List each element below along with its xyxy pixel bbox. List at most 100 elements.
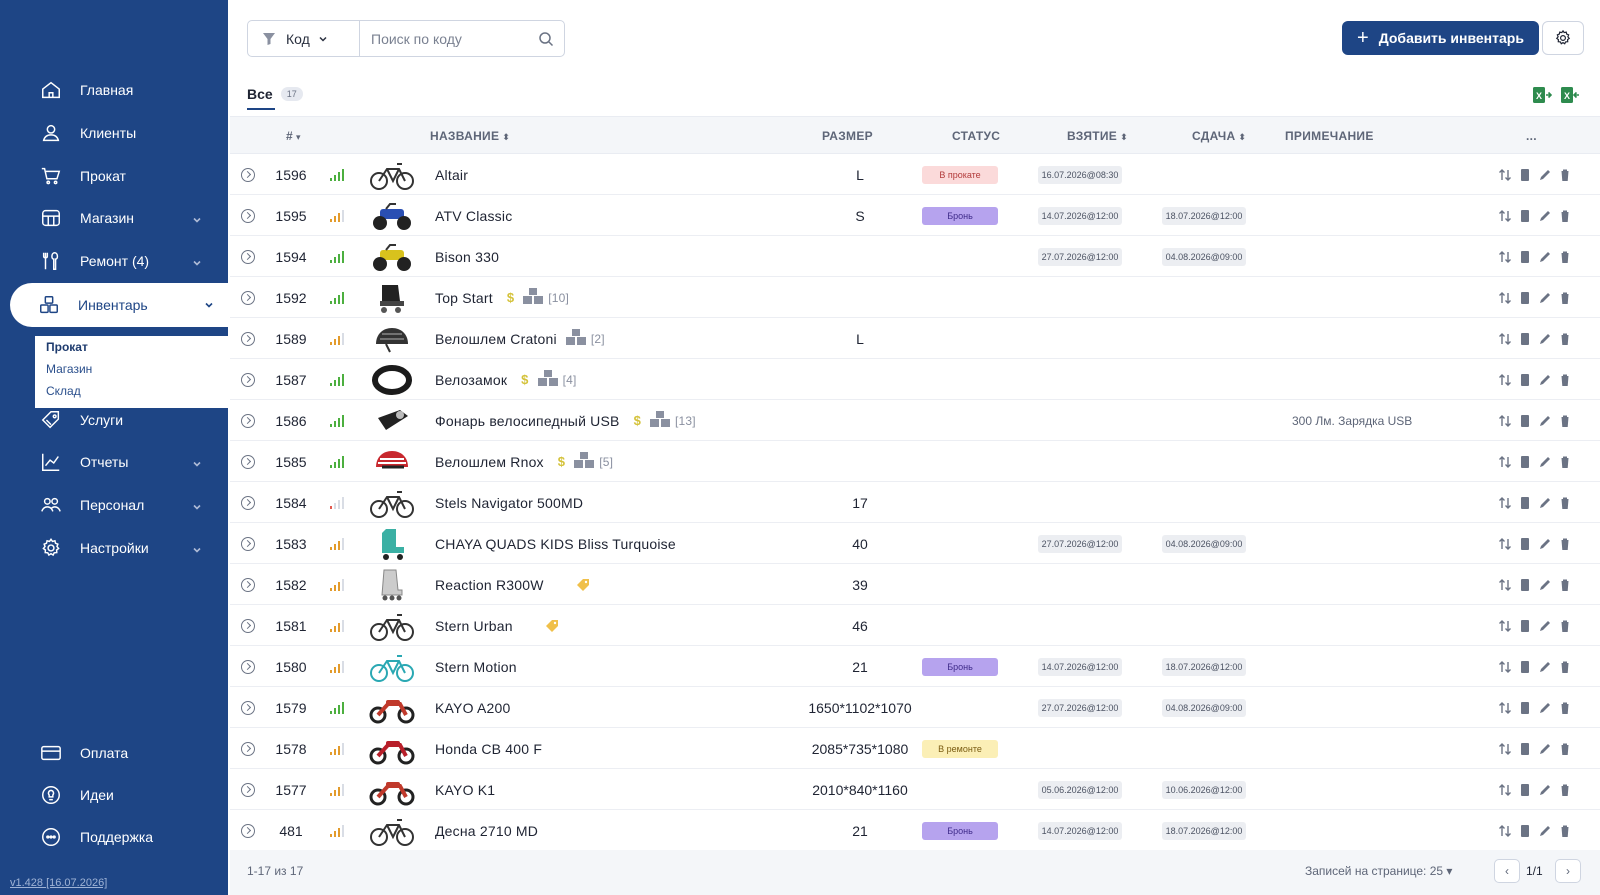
sidebar-item-4[interactable]: Магазин — [12, 198, 216, 238]
expand-row-button[interactable] — [241, 400, 257, 441]
delete-icon[interactable] — [1558, 168, 1572, 182]
expand-row-button[interactable] — [241, 687, 257, 728]
header-id[interactable]: # ▾ — [286, 129, 301, 143]
move-icon[interactable] — [1498, 373, 1512, 387]
copy-icon[interactable] — [1518, 209, 1532, 223]
delete-icon[interactable] — [1558, 291, 1572, 305]
sidebar-bottom-item-3[interactable]: Поддержка — [12, 817, 216, 857]
move-icon[interactable] — [1498, 209, 1512, 223]
expand-row-button[interactable] — [241, 359, 257, 400]
move-icon[interactable] — [1498, 824, 1512, 838]
delete-icon[interactable] — [1558, 455, 1572, 469]
copy-icon[interactable] — [1518, 168, 1532, 182]
delete-icon[interactable] — [1558, 578, 1572, 592]
next-page-button[interactable]: › — [1555, 859, 1581, 883]
edit-icon[interactable] — [1538, 291, 1552, 305]
move-icon[interactable] — [1498, 619, 1512, 633]
move-icon[interactable] — [1498, 783, 1512, 797]
expand-row-button[interactable] — [241, 318, 257, 359]
delete-icon[interactable] — [1558, 250, 1572, 264]
prev-page-button[interactable]: ‹ — [1494, 859, 1520, 883]
move-icon[interactable] — [1498, 250, 1512, 264]
copy-icon[interactable] — [1518, 537, 1532, 551]
edit-icon[interactable] — [1538, 373, 1552, 387]
delete-icon[interactable] — [1558, 742, 1572, 756]
copy-icon[interactable] — [1518, 373, 1532, 387]
delete-icon[interactable] — [1558, 701, 1572, 715]
expand-row-button[interactable] — [241, 523, 257, 564]
expand-row-button[interactable] — [241, 646, 257, 687]
header-more-button[interactable]: ... — [1526, 129, 1537, 143]
edit-icon[interactable] — [1538, 414, 1552, 428]
excel-import-icon[interactable]: X — [1532, 86, 1553, 104]
sidebar-bottom-item-1[interactable]: Оплата — [12, 733, 216, 773]
move-icon[interactable] — [1498, 660, 1512, 674]
sidebar-item-3[interactable]: Прокат — [12, 156, 216, 196]
edit-icon[interactable] — [1538, 455, 1552, 469]
expand-row-button[interactable] — [241, 605, 257, 646]
copy-icon[interactable] — [1518, 783, 1532, 797]
copy-icon[interactable] — [1518, 291, 1532, 305]
table-row[interactable]: 1594 Bison 330 27.07.2026@12:00 04.08.2026@… — [230, 236, 1600, 277]
filter-select[interactable]: Код — [248, 21, 360, 56]
table-row[interactable]: 1596 Altair L В прокате 16.07.2026@08:30 — [230, 154, 1600, 195]
header-name[interactable]: НАЗВАНИЕ ⬍ — [430, 129, 510, 143]
move-icon[interactable] — [1498, 537, 1512, 551]
copy-icon[interactable] — [1518, 332, 1532, 346]
copy-icon[interactable] — [1518, 660, 1532, 674]
table-row[interactable]: 1580 Stern Motion 21 Бронь 14.07.2026@12:00 1… — [230, 646, 1600, 687]
table-row[interactable]: 1582 Reaction R300W 39 — [230, 564, 1600, 605]
header-return[interactable]: СДАЧА ⬍ — [1192, 129, 1246, 143]
edit-icon[interactable] — [1538, 824, 1552, 838]
expand-row-button[interactable] — [241, 441, 257, 482]
move-icon[interactable] — [1498, 701, 1512, 715]
edit-icon[interactable] — [1538, 619, 1552, 633]
table-row[interactable]: 1579 KAYO A200 1650*1102*1070 27.07.2026@12… — [230, 687, 1600, 728]
sidebar-bottom-item-2[interactable]: Идеи — [12, 775, 216, 815]
edit-icon[interactable] — [1538, 783, 1552, 797]
table-row[interactable]: 1583 CHAYA QUADS KIDS Bliss Turquoise 40 27… — [230, 523, 1600, 564]
copy-icon[interactable] — [1518, 250, 1532, 264]
per-page-select[interactable]: Записей на странице: 25 ▾ — [1305, 864, 1452, 878]
search-icon[interactable] — [538, 31, 554, 47]
expand-row-button[interactable] — [241, 769, 257, 810]
expand-row-button[interactable] — [241, 277, 257, 318]
sidebar-item-6[interactable]: Инвентарь — [10, 283, 228, 327]
sidebar-item-1[interactable]: Главная — [12, 70, 216, 110]
edit-icon[interactable] — [1538, 168, 1552, 182]
sidebar-item-5[interactable]: Ремонт (4) — [12, 241, 216, 281]
table-row[interactable]: 1589 Велошлем Cratoni [2] L — [230, 318, 1600, 359]
edit-icon[interactable] — [1538, 742, 1552, 756]
expand-row-button[interactable] — [241, 195, 257, 236]
copy-icon[interactable] — [1518, 824, 1532, 838]
edit-icon[interactable] — [1538, 578, 1552, 592]
delete-icon[interactable] — [1558, 496, 1572, 510]
delete-icon[interactable] — [1558, 660, 1572, 674]
delete-icon[interactable] — [1558, 209, 1572, 223]
copy-icon[interactable] — [1518, 496, 1532, 510]
copy-icon[interactable] — [1518, 701, 1532, 715]
sidebar-item-10[interactable]: Настройки — [12, 528, 216, 568]
edit-icon[interactable] — [1538, 537, 1552, 551]
copy-icon[interactable] — [1518, 414, 1532, 428]
table-row[interactable]: 1595 ATV Classic S Бронь 14.07.2026@12:00 18.… — [230, 195, 1600, 236]
move-icon[interactable] — [1498, 742, 1512, 756]
copy-icon[interactable] — [1518, 742, 1532, 756]
move-icon[interactable] — [1498, 496, 1512, 510]
sidebar-item-8[interactable]: Отчеты — [12, 442, 216, 482]
subnav-item-warehouse[interactable]: Склад — [35, 380, 228, 402]
excel-export-icon[interactable]: X — [1560, 86, 1580, 104]
tab-all[interactable]: Все 17 — [247, 86, 303, 102]
search-input[interactable] — [360, 21, 564, 56]
edit-icon[interactable] — [1538, 660, 1552, 674]
edit-icon[interactable] — [1538, 496, 1552, 510]
move-icon[interactable] — [1498, 455, 1512, 469]
header-take[interactable]: ВЗЯТИЕ ⬍ — [1067, 129, 1128, 143]
copy-icon[interactable] — [1518, 619, 1532, 633]
table-row[interactable]: 1577 KAYO K1 2010*840*1160 05.06.2026@12:00… — [230, 769, 1600, 810]
table-row[interactable]: 1592 Top Start $ [10] — [230, 277, 1600, 318]
table-row[interactable]: 1584 Stels Navigator 500MD 17 — [230, 482, 1600, 523]
table-row[interactable]: 1581 Stern Urban 46 — [230, 605, 1600, 646]
delete-icon[interactable] — [1558, 414, 1572, 428]
copy-icon[interactable] — [1518, 578, 1532, 592]
